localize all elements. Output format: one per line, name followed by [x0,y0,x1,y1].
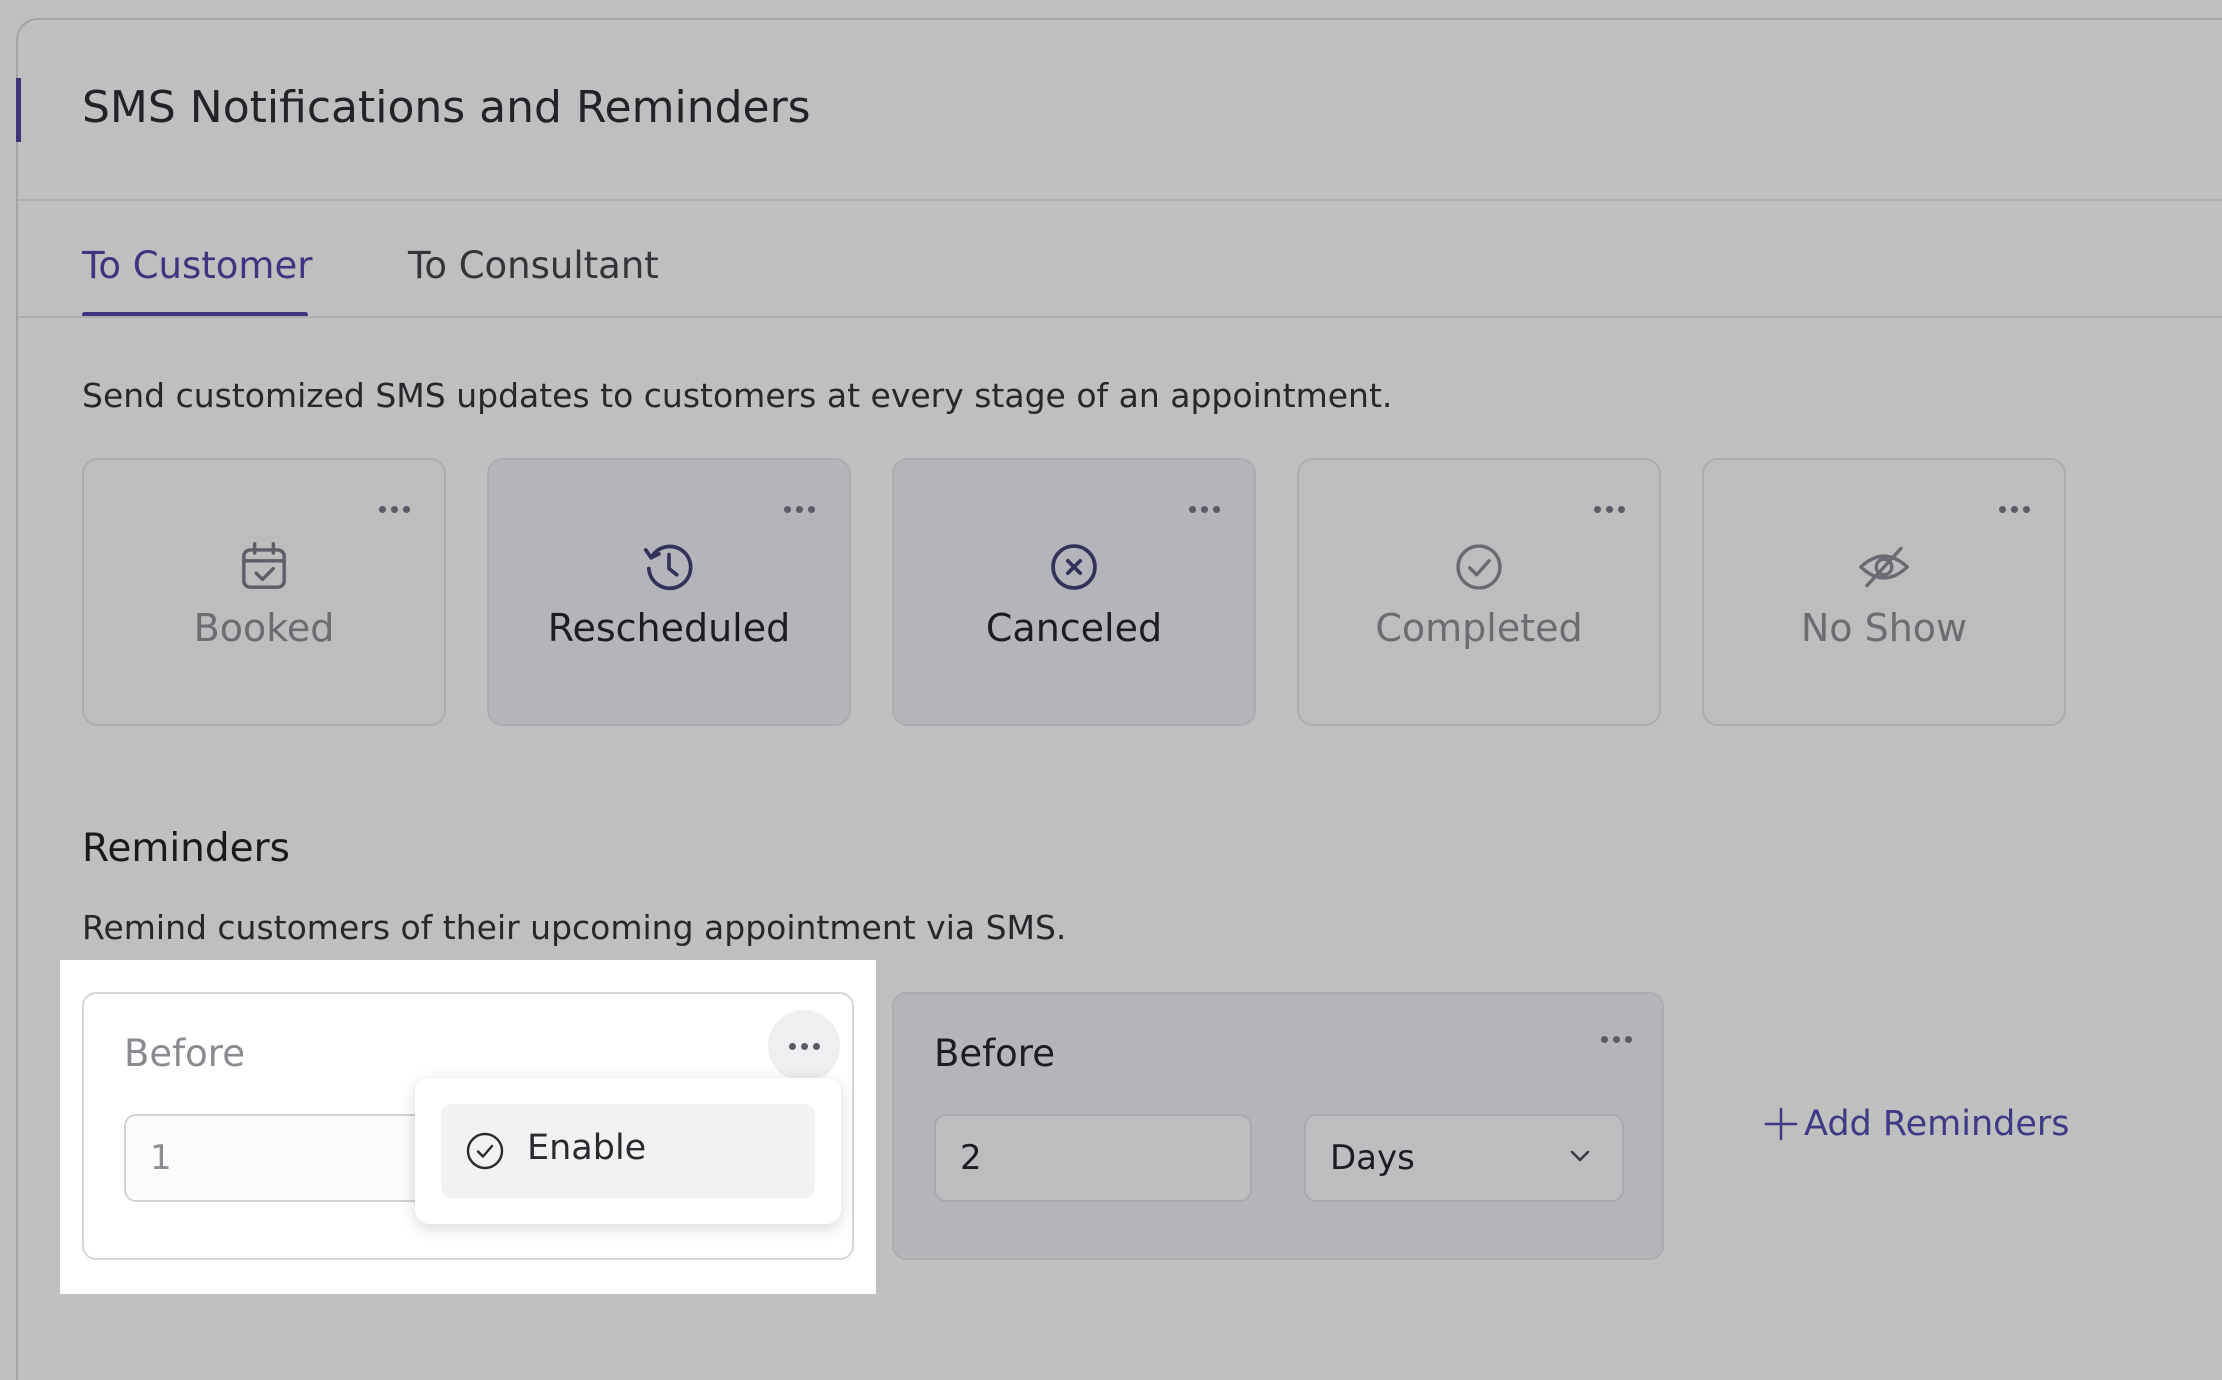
status-card-label: Completed [1375,606,1583,650]
status-card-no-show[interactable]: No Show [1702,458,2066,726]
page-title: SMS Notifications and Reminders [82,82,811,133]
status-card-canceled[interactable]: Canceled [892,458,1256,726]
more-options-icon[interactable] [372,496,416,522]
eye-off-icon [1859,546,1909,588]
reminder-card: Before 2 Days [892,992,1664,1260]
add-reminders-label: Add Reminders [1804,1104,2070,1144]
enable-menu-item[interactable]: Enable [441,1104,815,1198]
add-reminders-link[interactable]: Add Reminders [1762,1104,2070,1144]
more-options-icon[interactable] [1992,496,2036,522]
status-card-label: Booked [193,606,335,650]
reminder-label: Before [124,1032,245,1075]
more-options-icon[interactable] [777,496,821,522]
reminder-unit-value: Days [1330,1138,1415,1178]
status-card-label: No Show [1800,606,1968,650]
reminder-unit-select[interactable]: Days [1304,1114,1624,1202]
status-card-booked[interactable]: Booked [82,458,446,726]
reminder-value-input[interactable]: 2 [934,1114,1252,1202]
enable-label: Enable [527,1128,647,1168]
plus-icon [1764,1107,1798,1141]
more-options-button[interactable] [768,1010,840,1082]
circle-check-icon [466,1132,504,1170]
title-accent-bar [16,78,21,142]
tabs-divider [18,316,2222,318]
reminders-description: Remind customers of their upcoming appoi… [82,908,1067,947]
reminder-options-menu: Enable [415,1078,841,1224]
divider [18,199,2222,201]
notifications-description: Send customized SMS updates to customers… [82,376,1393,415]
history-clock-icon [643,544,693,591]
status-card-completed[interactable]: Completed [1297,458,1661,726]
tab-to-customer[interactable]: To Customer [82,244,312,287]
status-card-label: Rescheduled [547,606,791,650]
calendar-check-icon [242,542,286,589]
more-options-icon[interactable] [1587,496,1631,522]
circle-x-icon [1051,544,1097,590]
circle-check-icon [1456,544,1502,590]
reminder-label: Before [934,1032,1055,1075]
status-card-label: Canceled [985,606,1163,650]
reminders-title: Reminders [82,826,290,871]
chevron-down-icon [1570,1150,1590,1162]
more-options-icon[interactable] [1182,496,1226,522]
status-card-rescheduled[interactable]: Rescheduled [487,458,851,726]
tab-to-consultant[interactable]: To Consultant [408,244,659,287]
more-options-button[interactable] [1594,1024,1638,1054]
